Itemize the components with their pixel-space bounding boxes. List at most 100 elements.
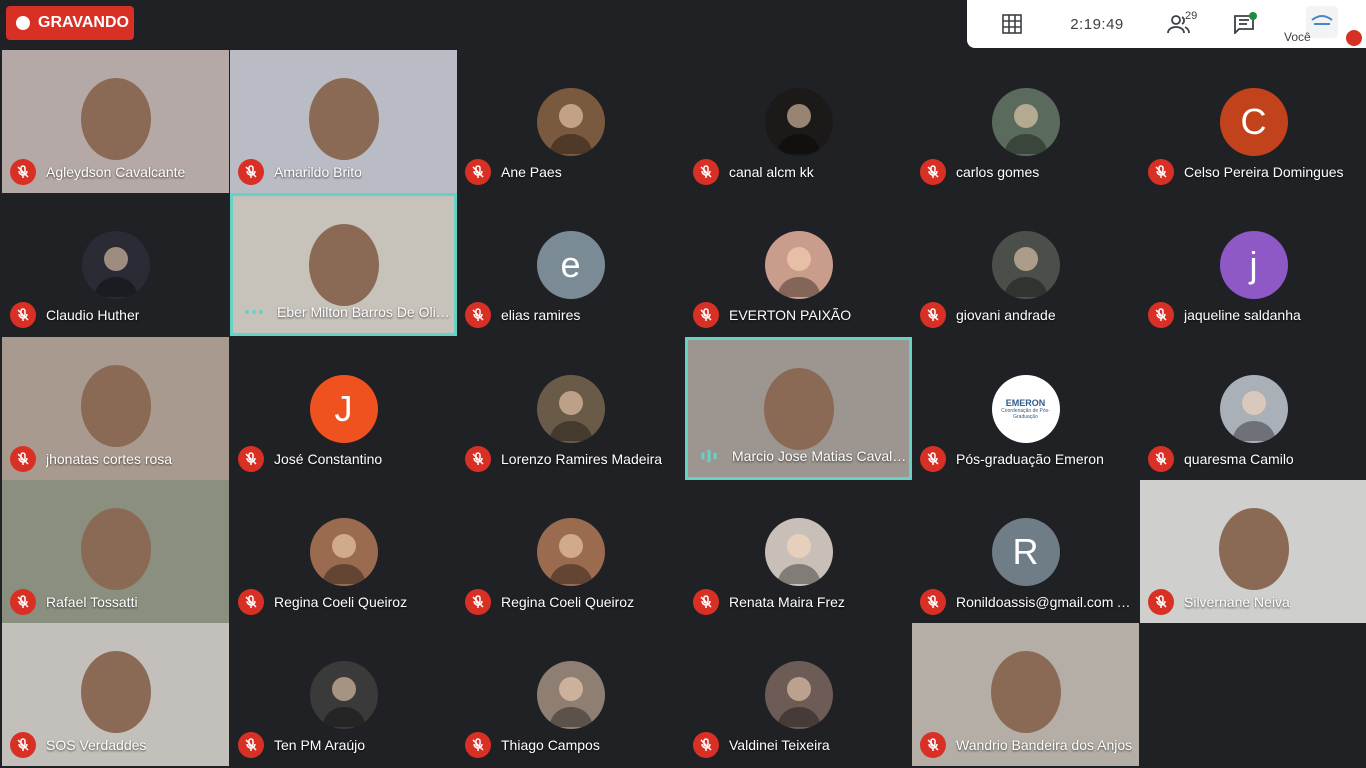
video-feed — [308, 78, 379, 160]
audio-wave-icon — [696, 443, 722, 469]
letter-avatar: R — [991, 518, 1060, 586]
recording-label: GRAVANDO — [38, 14, 129, 31]
participant-name-bar: Ten PM Araújo — [230, 732, 457, 758]
participant-name-bar: Valdinei Teixeira — [685, 732, 912, 758]
participant-name: Valdinei Teixeira — [729, 737, 830, 753]
participant-tile[interactable]: Rafael Tossatti — [2, 480, 229, 623]
participant-tile[interactable]: SOS Verdaddes — [2, 623, 229, 766]
participant-tile[interactable]: Claudio Huther — [2, 193, 229, 336]
participant-tile[interactable]: carlos gomes — [912, 50, 1139, 193]
mic-off-icon — [693, 589, 719, 615]
participant-name-bar: Ane Paes — [457, 159, 684, 185]
participant-name: jaqueline saldanha — [1184, 307, 1301, 323]
video-feed — [990, 651, 1061, 733]
participant-name: Ronildoassis@gmail.com Assis — [956, 594, 1136, 610]
participant-tile[interactable]: EVERTON PAIXÃO — [685, 193, 912, 336]
letter-avatar: e — [536, 231, 605, 299]
participant-name-bar: Wandrio Bandeira dos Anjos — [912, 732, 1139, 758]
participant-name-bar: Claudio Huther — [2, 302, 229, 328]
participant-tile[interactable]: jhonatas cortes rosa — [2, 337, 229, 480]
participant-name: elias ramires — [501, 307, 581, 323]
participant-tile[interactable]: J José Constantino — [230, 337, 457, 480]
self-label: Você — [1284, 30, 1311, 44]
recording-dot-icon — [16, 16, 30, 30]
participants-button[interactable]: 29 — [1157, 0, 1201, 48]
participant-name: jhonatas cortes rosa — [46, 451, 173, 467]
participant-name-bar: EVERTON PAIXÃO — [685, 302, 912, 328]
participant-name: Marcio Jose Matias Cavalcante — [732, 448, 909, 464]
mic-off-icon — [920, 589, 946, 615]
participant-name: Rafael Tossatti — [46, 594, 138, 610]
participant-tile[interactable]: Silvernane Neiva — [1140, 480, 1366, 623]
participant-name-bar: Celso Pereira Domingues — [1140, 159, 1366, 185]
mic-off-icon — [465, 732, 491, 758]
participant-name-bar: jaqueline saldanha — [1140, 302, 1366, 328]
participant-name-bar: Ronildoassis@gmail.com Assis — [912, 589, 1139, 615]
participant-name: Ane Paes — [501, 164, 562, 180]
video-feed — [1218, 508, 1289, 590]
participant-tile[interactable]: Ten PM Araújo — [230, 623, 457, 766]
participant-name: Ten PM Araújo — [274, 737, 366, 753]
mic-off-icon — [1148, 159, 1174, 185]
chat-button[interactable] — [1231, 0, 1257, 48]
profile-photo-avatar — [536, 661, 605, 729]
participant-name-bar: Eber Milton Barros De Oliveira — [233, 299, 454, 325]
speaking-dots-icon — [241, 299, 267, 325]
participant-name: Amarildo Brito — [274, 164, 362, 180]
participant-tile[interactable]: Regina Coeli Queiroz — [457, 480, 684, 623]
participant-tile[interactable]: Wandrio Bandeira dos Anjos — [912, 623, 1139, 766]
profile-photo-avatar — [991, 231, 1060, 299]
participant-tile[interactable]: R Ronildoassis@gmail.com Assis — [912, 480, 1139, 623]
participant-tile[interactable]: Lorenzo Ramires Madeira — [457, 337, 684, 480]
participant-tile[interactable]: Marcio Jose Matias Cavalcante — [685, 337, 912, 480]
participant-tile[interactable]: Renata Maira Frez — [685, 480, 912, 623]
participant-name-bar: elias ramires — [457, 302, 684, 328]
participant-tile[interactable]: C Celso Pereira Domingues — [1140, 50, 1366, 193]
profile-photo-avatar — [536, 375, 605, 443]
logo-subtitle: Coordenação de Pós-Graduação — [1001, 408, 1050, 420]
meeting-clock: 2:19:49 — [1070, 15, 1124, 33]
participant-tile[interactable]: Valdinei Teixeira — [685, 623, 912, 766]
participant-tile[interactable]: Eber Milton Barros De Oliveira — [230, 193, 457, 336]
new-message-dot — [1249, 12, 1257, 20]
mic-off-icon — [238, 589, 264, 615]
mic-off-icon — [920, 159, 946, 185]
participant-tile[interactable]: Thiago Campos — [457, 623, 684, 766]
video-feed — [80, 365, 151, 447]
mic-off-icon — [920, 732, 946, 758]
participant-name-bar: Amarildo Brito — [230, 159, 457, 185]
participant-tile[interactable]: Ane Paes — [457, 50, 684, 193]
participant-name: Eber Milton Barros De Oliveira — [277, 304, 454, 320]
profile-photo-avatar — [81, 231, 150, 299]
participant-tile[interactable]: j jaqueline saldanha — [1140, 193, 1366, 336]
participant-name: giovani andrade — [956, 307, 1056, 323]
participant-name-bar: Regina Coeli Queiroz — [457, 589, 684, 615]
participant-tile[interactable]: Regina Coeli Queiroz — [230, 480, 457, 623]
participant-name-bar: Agleydson Cavalcante — [2, 159, 229, 185]
participant-name: Claudio Huther — [46, 307, 140, 323]
profile-photo-avatar — [309, 518, 378, 586]
mic-off-icon — [1148, 589, 1174, 615]
participant-name: Pós-graduação Emeron — [956, 451, 1104, 467]
profile-photo-avatar — [764, 518, 833, 586]
profile-photo-avatar — [309, 661, 378, 729]
mic-off-icon — [920, 302, 946, 328]
mic-off-icon — [1148, 302, 1174, 328]
participant-tile[interactable]: Agleydson Cavalcante — [2, 50, 229, 193]
participant-tile[interactable]: e elias ramires — [457, 193, 684, 336]
participant-tile[interactable]: canal alcm kk — [685, 50, 912, 193]
profile-photo-avatar — [991, 88, 1060, 156]
participant-tile[interactable]: quaresma Camilo — [1140, 337, 1366, 480]
participant-tile[interactable]: EMERON Coordenação de Pós-Graduação Pós-gr… — [912, 337, 1139, 480]
participant-name-bar: Lorenzo Ramires Madeira — [457, 446, 684, 472]
mic-off-icon — [693, 159, 719, 185]
mic-off-icon — [465, 159, 491, 185]
logo-avatar: EMERON Coordenação de Pós-Graduação — [991, 375, 1060, 443]
participant-tile[interactable]: Amarildo Brito — [230, 50, 457, 193]
mic-off-icon — [238, 732, 264, 758]
grid-layout-icon[interactable] — [999, 0, 1025, 48]
participant-name: carlos gomes — [956, 164, 1040, 180]
participant-tile[interactable]: giovani andrade — [912, 193, 1139, 336]
self-mic-off-icon[interactable] — [1346, 30, 1362, 46]
video-feed — [308, 224, 379, 306]
